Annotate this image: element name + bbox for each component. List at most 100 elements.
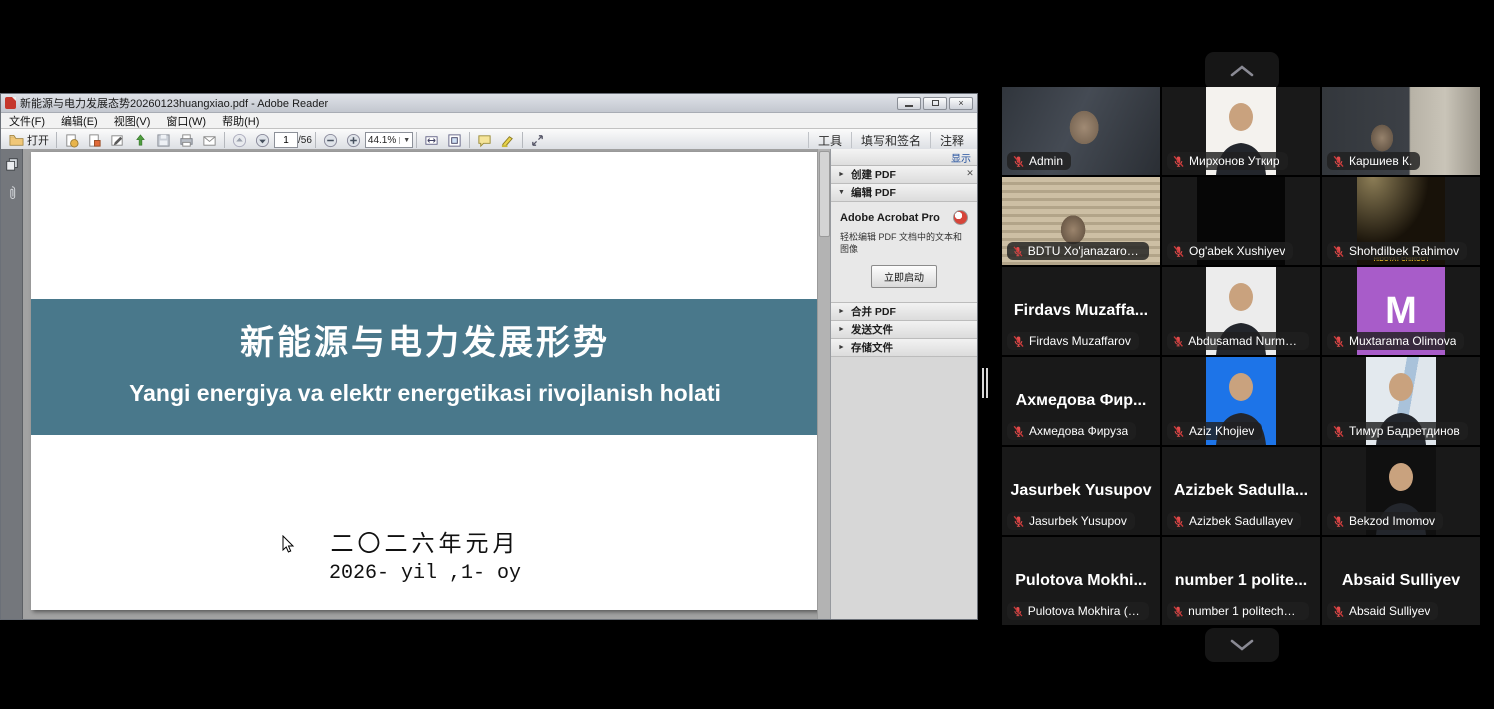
- panel-section-label: 编辑 PDF: [851, 185, 896, 200]
- highlight-button[interactable]: [496, 131, 519, 149]
- participant-tile[interactable]: Jasurbek YusupovJasurbek Yusupov: [1002, 447, 1160, 535]
- participant-tile[interactable]: HIDOYAT CHIROG'IShohdilbek Rahimov: [1322, 177, 1480, 265]
- panel-section-header[interactable]: ►存储文件: [831, 339, 977, 357]
- restore-button[interactable]: [923, 97, 947, 110]
- triangle-right-icon: ►: [838, 308, 846, 315]
- muted-mic-icon: [1012, 335, 1025, 348]
- participant-name-label: Pulotova Mokhira (BS...: [1028, 604, 1141, 618]
- participant-name-pill: Shohdilbek Rahimov: [1327, 242, 1467, 260]
- toolbar-text-button[interactable]: 注释: [930, 132, 973, 148]
- fit-page-button[interactable]: [443, 131, 466, 149]
- participant-name-label: Тимур Бадретдинов: [1349, 424, 1460, 438]
- open-button[interactable]: 打开: [5, 131, 53, 149]
- participant-name-pill: Каршиев К.: [1327, 152, 1420, 170]
- gallery-scroll-down-button[interactable]: [1205, 628, 1279, 662]
- upload-button[interactable]: [129, 131, 152, 149]
- document-scrollbar[interactable]: [817, 149, 831, 619]
- toolbar-text-button[interactable]: 填写和签名: [851, 132, 930, 148]
- participant-tile[interactable]: Pulotova Mokhi...Pulotova Mokhira (BS...: [1002, 537, 1160, 625]
- save-button[interactable]: [152, 131, 175, 149]
- page-thumbnails-icon[interactable]: [5, 157, 19, 171]
- participant-tile[interactable]: Каршиев К.: [1322, 87, 1480, 175]
- window-title-bar[interactable]: 新能源与电力发展态势20260123huangxiao.pdf - Adobe …: [1, 94, 977, 113]
- participant-tile[interactable]: Мирхонов Уткир: [1162, 87, 1320, 175]
- pdf-page[interactable]: 新能源与电力发展形势 Yangi energiya va elektr ener…: [31, 152, 819, 610]
- muted-mic-icon: [1332, 515, 1345, 528]
- next-page-button[interactable]: [251, 131, 274, 149]
- participant-tile[interactable]: Ахмедова Фир...Ахмедова Фируза: [1002, 357, 1160, 445]
- window-title: 新能源与电力发展态势20260123huangxiao.pdf - Adobe …: [20, 95, 897, 111]
- participant-gallery: AdminМирхонов Уткир Каршиев К. BDTU Xo'jan…: [1002, 87, 1480, 625]
- participant-name-pill: number 1 politechnik...: [1167, 602, 1309, 620]
- minimize-button[interactable]: [897, 97, 921, 110]
- participant-tile[interactable]: Aziz Khojiev: [1162, 357, 1320, 445]
- participant-name-pill: Тимур Бадретдинов: [1327, 422, 1468, 440]
- upload-cloud-icon: [133, 133, 148, 148]
- show-link[interactable]: 显示: [951, 150, 971, 165]
- print-icon: [179, 133, 194, 148]
- panel-section-label: 合并 PDF: [851, 304, 896, 319]
- page-number-input[interactable]: [274, 132, 298, 148]
- participant-tile[interactable]: Тимур Бадретдинов: [1322, 357, 1480, 445]
- muted-mic-icon: [1172, 515, 1185, 528]
- scrollbar-thumb[interactable]: [819, 151, 830, 237]
- muted-mic-icon: [1332, 335, 1345, 348]
- attachments-icon[interactable]: [6, 185, 18, 201]
- menu-item[interactable]: 视图(V): [106, 113, 159, 128]
- print-button[interactable]: [175, 131, 198, 149]
- mouse-cursor: [282, 535, 295, 554]
- participant-tile[interactable]: number 1 polite...number 1 politechnik..…: [1162, 537, 1320, 625]
- promo-description: 轻松编辑 PDF 文档中的文本和图像: [840, 231, 968, 255]
- participant-tile[interactable]: BDTU Xo'janazarov Z...: [1002, 177, 1160, 265]
- email-button[interactable]: [198, 131, 221, 149]
- menu-item[interactable]: 文件(F): [1, 113, 53, 128]
- menu-item[interactable]: 编辑(E): [53, 113, 106, 128]
- panel-section-header[interactable]: ►创建 PDF: [831, 166, 977, 184]
- panel-resize-handle[interactable]: [982, 368, 990, 398]
- close-button[interactable]: ×: [949, 97, 973, 110]
- zoom-in-button[interactable]: [342, 131, 365, 149]
- sign-button[interactable]: [106, 131, 129, 149]
- sign-pen-icon: [110, 133, 125, 148]
- muted-mic-icon: [1172, 155, 1185, 168]
- zoom-out-button[interactable]: [319, 131, 342, 149]
- email-icon: [202, 133, 217, 148]
- muted-mic-icon: [1012, 155, 1025, 168]
- comment-button[interactable]: [473, 131, 496, 149]
- participant-tile[interactable]: Absaid SulliyevAbsaid Sulliyev: [1322, 537, 1480, 625]
- participant-name-label: Firdavs Muzaffarov: [1029, 334, 1131, 348]
- participant-name-label: Aziz Khojiev: [1189, 424, 1254, 438]
- panel-section-label: 发送文件: [851, 322, 893, 337]
- participant-tile[interactable]: Abdusamad Nurmatov: [1162, 267, 1320, 355]
- panel-close-icon[interactable]: ✕: [965, 168, 975, 179]
- slide-title-band: 新能源与电力发展形势 Yangi energiya va elektr ener…: [31, 299, 819, 435]
- participant-tile[interactable]: Og'abek Xushiyev: [1162, 177, 1320, 265]
- menu-item[interactable]: 窗口(W): [158, 113, 214, 128]
- participant-name-label: Jasurbek Yusupov: [1029, 514, 1127, 528]
- avatar-initial: M: [1385, 290, 1417, 333]
- panel-section-header[interactable]: ►发送文件: [831, 321, 977, 339]
- participant-tile[interactable]: MMuxtarama Olimova: [1322, 267, 1480, 355]
- fit-width-button[interactable]: [420, 131, 443, 149]
- participant-name-label: Каршиев К.: [1349, 154, 1412, 168]
- participant-name-pill: Pulotova Mokhira (BS...: [1007, 602, 1149, 620]
- convert-pdf-button[interactable]: [60, 131, 83, 149]
- toolbar-text-button[interactable]: 工具: [808, 132, 851, 148]
- gallery-scroll-up-button[interactable]: [1205, 52, 1279, 90]
- create-pdf-button[interactable]: [83, 131, 106, 149]
- participant-tile[interactable]: Admin: [1002, 87, 1160, 175]
- prev-page-button[interactable]: [228, 131, 251, 149]
- menu-item[interactable]: 帮助(H): [214, 113, 267, 128]
- participant-tile[interactable]: Bekzod Imomov: [1322, 447, 1480, 535]
- participant-tile[interactable]: Firdavs Muzaffa...Firdavs Muzaffarov: [1002, 267, 1160, 355]
- panel-section-header[interactable]: ► 合并 PDF: [831, 303, 977, 321]
- launch-now-button[interactable]: 立即启动: [871, 265, 937, 288]
- promo-title: Adobe Acrobat Pro: [840, 212, 940, 224]
- panel-section-header[interactable]: ▼编辑 PDF: [831, 184, 977, 202]
- muted-mic-icon: [1332, 605, 1345, 618]
- participant-name-pill: Jasurbek Yusupov: [1007, 512, 1135, 530]
- participant-tile[interactable]: Azizbek Sadulla...Azizbek Sadullayev: [1162, 447, 1320, 535]
- document-area[interactable]: 新能源与电力发展形势 Yangi energiya va elektr ener…: [23, 149, 831, 619]
- fullscreen-button[interactable]: [526, 131, 549, 149]
- zoom-level-select[interactable]: 44.1% ▼: [365, 132, 413, 148]
